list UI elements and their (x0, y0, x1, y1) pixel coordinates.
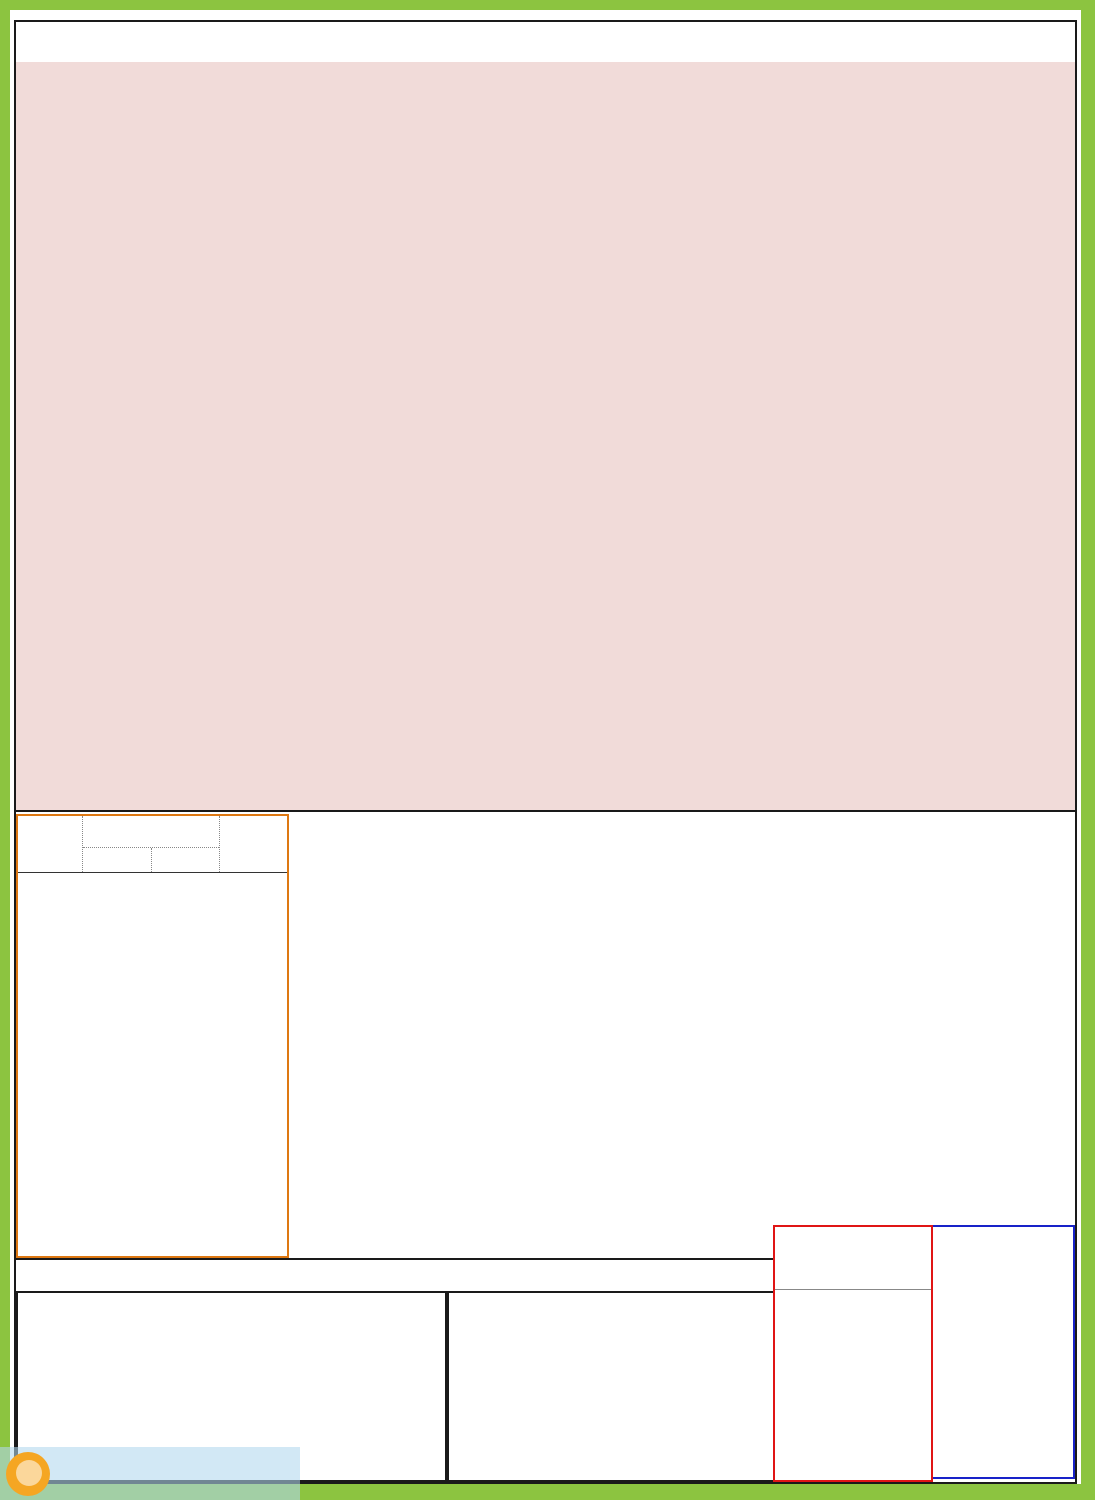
limits-rows (775, 1290, 931, 1480)
counts-subheaders (83, 848, 219, 872)
zodiac-stats-rows (18, 873, 287, 1256)
statistics-board (0, 0, 1095, 1500)
draw-history-area (16, 62, 1075, 812)
unseen-zodiac-limits-box (773, 1225, 933, 1482)
mapping-table-right (447, 1291, 775, 1482)
zodiac-stats-table (16, 814, 289, 1258)
empty-grid (933, 1225, 1075, 1479)
after-change-header (152, 848, 220, 872)
before-change-header (83, 848, 152, 872)
frequency-grid (289, 814, 1075, 1258)
table-border-box (14, 20, 1077, 1484)
zodiac-stats-header (18, 816, 287, 873)
page-title (16, 22, 1075, 62)
limits-header (775, 1227, 931, 1290)
mapping-table-left (16, 1291, 447, 1482)
mapping-note (16, 1260, 773, 1291)
counts-group-header (83, 816, 219, 848)
recent-period-header (220, 816, 287, 872)
page-frame (10, 10, 1081, 1484)
zodiac-column-header (18, 816, 83, 872)
counts-column-group (83, 816, 220, 872)
